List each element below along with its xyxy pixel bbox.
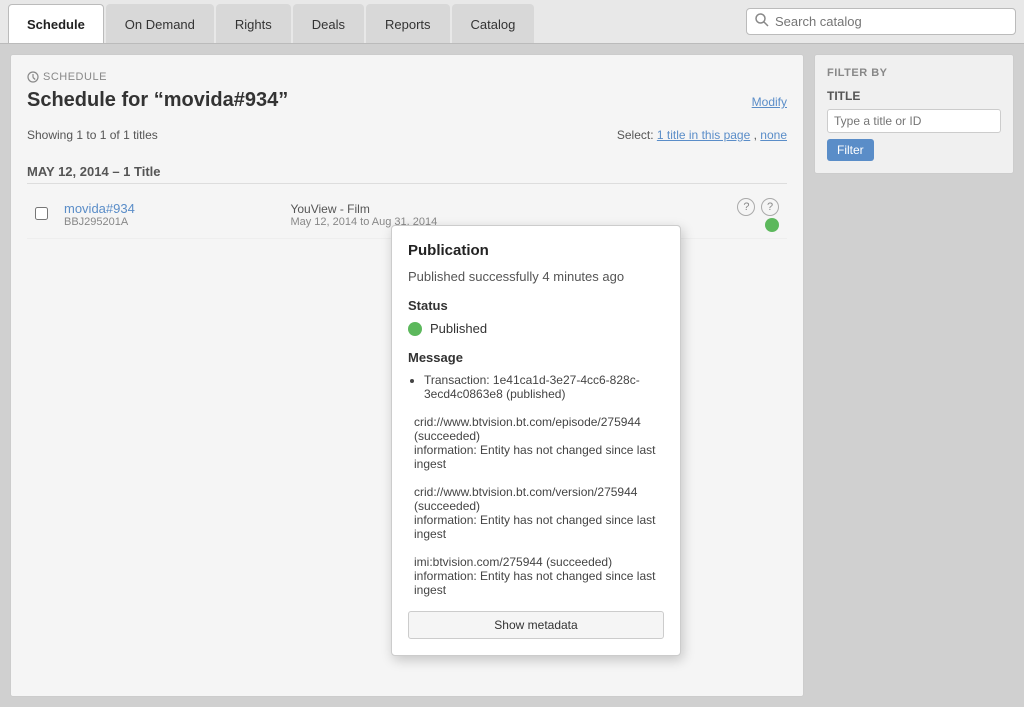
message-block-2: crid://www.btvision.bt.com/version/27594…	[414, 485, 664, 541]
date-group-header: MAY 12, 2014 – 1 Title	[27, 164, 787, 184]
select-area: Select: 1 title in this page , none	[617, 128, 787, 142]
service-name: YouView - Film	[290, 202, 699, 216]
schedule-label: SCHEDULE	[27, 71, 787, 83]
filter-panel: FILTER BY TITLE Filter	[814, 54, 1014, 174]
status-dot[interactable]	[765, 218, 779, 232]
showing-text: Showing 1 to 1 of 1 titles	[27, 128, 158, 142]
select-none-link[interactable]: none	[760, 128, 787, 142]
filter-title-label: TITLE	[827, 89, 1001, 103]
main-area: SCHEDULE Schedule for “movida#934” Modif…	[0, 44, 1024, 707]
content-panel: SCHEDULE Schedule for “movida#934” Modif…	[10, 54, 804, 697]
popup-message-blocks: crid://www.btvision.bt.com/episode/27594…	[408, 415, 664, 597]
modify-link[interactable]: Modify	[752, 95, 787, 109]
sub-id: BBJ295201A	[64, 216, 274, 228]
popup-status-row: Published	[408, 321, 664, 336]
search-box	[746, 8, 1016, 35]
popup-title: Publication	[408, 242, 664, 259]
tab-reports[interactable]: Reports	[366, 4, 450, 43]
popup-status-dot	[408, 322, 422, 336]
popup-published-msg: Published successfully 4 minutes ago	[408, 269, 664, 284]
popup-messages: Transaction: 1e41ca1d-3e27-4cc6-828c-3ec…	[408, 373, 664, 401]
filter-title-input[interactable]	[827, 109, 1001, 133]
filter-by-label: FILTER BY	[827, 67, 1001, 79]
message-transaction: Transaction: 1e41ca1d-3e27-4cc6-828c-3ec…	[424, 373, 664, 401]
icons-cell: ? ?	[707, 192, 787, 238]
title-row: Schedule for “movida#934” Modify	[27, 89, 787, 118]
search-area	[746, 0, 1016, 43]
show-metadata-button[interactable]: Show metadata	[408, 611, 664, 639]
popup-status-section-label: Status	[408, 298, 664, 313]
message-block-1: crid://www.btvision.bt.com/episode/27594…	[414, 415, 664, 471]
search-icon	[755, 13, 769, 30]
publication-popup: Publication Published successfully 4 min…	[391, 225, 681, 656]
tab-deals[interactable]: Deals	[293, 4, 364, 43]
help-icon-2[interactable]: ?	[761, 198, 779, 216]
tab-schedule[interactable]: Schedule	[8, 4, 104, 43]
title-link[interactable]: movida#934	[64, 201, 135, 216]
search-input[interactable]	[775, 14, 1007, 29]
tab-on-demand[interactable]: On Demand	[106, 4, 214, 43]
page-title: Schedule for “movida#934”	[27, 89, 288, 112]
message-block-3: imi:btvision.com/275944 (succeeded) info…	[414, 555, 664, 597]
row-checkbox[interactable]	[35, 207, 48, 220]
filter-button[interactable]: Filter	[827, 139, 874, 161]
top-nav: Schedule On Demand Rights Deals Reports …	[0, 0, 1024, 44]
popup-status-text: Published	[430, 321, 487, 336]
select-this-page-link[interactable]: 1 title in this page	[657, 128, 750, 142]
tab-catalog[interactable]: Catalog	[452, 4, 535, 43]
tab-rights[interactable]: Rights	[216, 4, 291, 43]
showing-row: Showing 1 to 1 of 1 titles Select: 1 tit…	[27, 128, 787, 154]
title-cell: movida#934 BBJ295201A	[56, 192, 282, 238]
popup-message-label: Message	[408, 350, 664, 365]
help-icon-1[interactable]: ?	[737, 198, 755, 216]
row-checkbox-cell	[27, 192, 56, 238]
